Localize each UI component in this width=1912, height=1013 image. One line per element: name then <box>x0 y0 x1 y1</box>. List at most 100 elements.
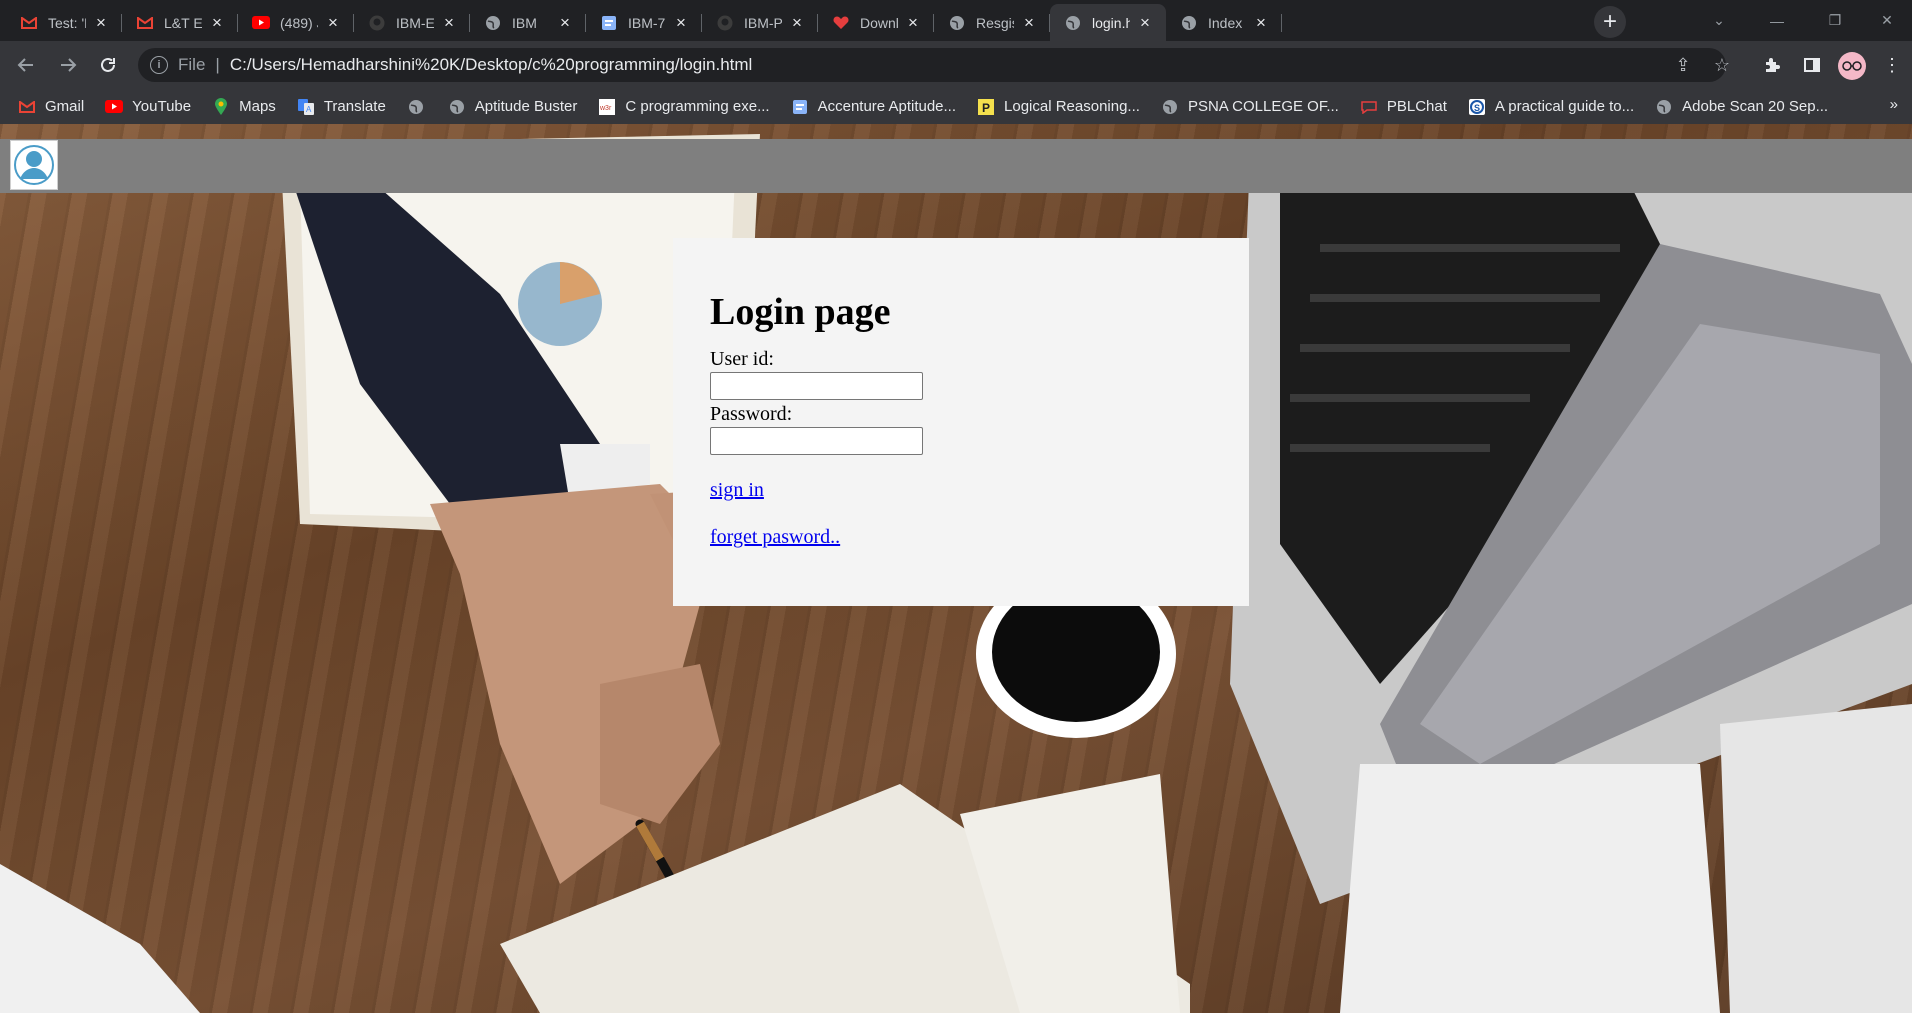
login-card: Login page User id: Password: sign in fo… <box>673 238 1249 606</box>
heart-icon <box>832 14 850 32</box>
bookmark-star-icon[interactable]: ☆ <box>1706 49 1738 81</box>
profile-avatar[interactable] <box>1838 52 1866 80</box>
gmail-icon <box>136 14 154 32</box>
svg-text:S: S <box>1474 103 1480 113</box>
password-input[interactable] <box>710 427 923 455</box>
close-window-button[interactable]: ✕ <box>1858 0 1912 41</box>
forget-password-link[interactable]: forget pasword.. <box>710 526 840 549</box>
browser-tab[interactable]: IBM-7922 × <box>586 4 702 41</box>
address-divider: | <box>215 55 220 74</box>
tab-title: Test: 'PSNA <box>48 14 86 31</box>
tab-title: IBM-7922 <box>628 14 666 31</box>
back-arrow-icon <box>17 58 33 72</box>
document-icon <box>600 14 618 32</box>
github-icon <box>368 14 386 32</box>
close-tab-icon[interactable]: × <box>788 13 806 32</box>
bookmark-item[interactable]: YouTube <box>105 98 191 116</box>
close-tab-icon[interactable]: × <box>672 13 690 32</box>
user-avatar <box>10 140 58 190</box>
side-panel-icon[interactable] <box>1796 49 1828 81</box>
extensions-icon[interactable] <box>1756 49 1788 81</box>
menu-kebab-icon[interactable]: ⋮ <box>1876 49 1908 81</box>
address-bar[interactable]: i File | C:/Users/Hemadharshini%20K/Desk… <box>138 48 1726 82</box>
bookmark-item[interactable]: Accenture Aptitude... <box>791 98 956 116</box>
bookmark-item[interactable]: Maps <box>212 98 276 116</box>
bookmark-item[interactable]: S A practical guide to... <box>1468 98 1634 116</box>
side-panel-glyph-icon <box>1804 58 1820 72</box>
browser-tab[interactable]: L&T EduTech × <box>122 4 238 41</box>
site-info-icon[interactable]: i <box>150 56 168 74</box>
hand <box>600 664 720 824</box>
minimize-button[interactable]: — <box>1748 0 1806 41</box>
browser-tab[interactable]: IBM-EPBL × <box>354 4 470 41</box>
bookmark-item[interactable]: Gmail <box>18 98 84 116</box>
user-id-input[interactable] <box>710 372 923 400</box>
bookmark-item[interactable]: PSNA COLLEGE OF... <box>1161 98 1339 116</box>
close-tab-icon[interactable]: × <box>904 13 922 32</box>
browser-tab[interactable]: Resgistrati × <box>934 4 1050 41</box>
tab-title: login.html <box>1092 14 1130 31</box>
tab-title: Resgistrati <box>976 14 1014 31</box>
bookmark-item[interactable]: PBLChat <box>1360 98 1447 116</box>
user-avatar-icon <box>14 145 54 185</box>
document-icon <box>791 98 809 116</box>
share-icon[interactable]: ⇪ <box>1667 49 1699 81</box>
sign-in-link[interactable]: sign in <box>710 479 764 502</box>
close-tab-icon[interactable]: × <box>324 13 342 32</box>
reload-icon <box>101 57 115 72</box>
restore-button[interactable]: ❐ <box>1806 0 1864 41</box>
bookmark-label: PBLChat <box>1386 98 1447 115</box>
bookmarks-overflow-button[interactable]: » <box>1890 96 1898 113</box>
bookmark-item[interactable]: w3r C programming exe... <box>598 98 770 116</box>
close-tab-icon[interactable]: × <box>92 13 110 32</box>
back-button[interactable] <box>10 49 42 81</box>
browser-tab[interactable]: Index × <box>1166 4 1282 41</box>
bookmark-item[interactable] <box>407 98 434 116</box>
bookmark-label: Aptitude Buster <box>474 98 578 115</box>
clipboard-bottom <box>0 864 200 1013</box>
tab-title: Index <box>1208 14 1243 31</box>
bookmark-item[interactable]: P Logical Reasoning... <box>977 98 1140 116</box>
svg-text:P: P <box>982 101 990 115</box>
tab-search-icon[interactable]: ⌄ <box>1690 0 1748 41</box>
globe-icon <box>448 98 466 116</box>
reload-button[interactable] <box>92 49 124 81</box>
bookmark-label: YouTube <box>132 98 192 115</box>
new-tab-button[interactable]: + <box>1594 6 1626 38</box>
globe-icon <box>1161 98 1179 116</box>
browser-tab[interactable]: Test: 'PSNA × <box>6 4 122 41</box>
close-tab-icon[interactable]: × <box>1020 13 1038 32</box>
close-tab-icon[interactable]: × <box>208 13 226 32</box>
url-text[interactable]: C:/Users/Hemadharshini%20K/Desktop/c%20p… <box>230 55 753 75</box>
tab-title: IBM-EPBL <box>396 14 434 31</box>
globe-icon <box>1180 14 1198 32</box>
forward-button[interactable] <box>52 49 84 81</box>
globe-icon <box>1655 98 1673 116</box>
profile-face-icon <box>1842 61 1862 71</box>
close-tab-icon[interactable]: × <box>1136 13 1154 32</box>
bookmark-label: Maps <box>239 98 276 115</box>
tab-title: L&T EduTech <box>164 14 202 31</box>
browser-tab[interactable]: login.html × <box>1050 4 1166 41</box>
browser-tab[interactable]: Download × <box>818 4 934 41</box>
browser-tab[interactable]: IBM-Proje × <box>702 4 818 41</box>
forward-arrow-icon <box>61 58 77 72</box>
tab-title: (489) Java <box>280 14 318 31</box>
close-tab-icon[interactable]: × <box>1252 13 1270 32</box>
browser-tab[interactable]: IBM × <box>470 4 586 41</box>
close-tab-icon[interactable]: × <box>440 13 458 32</box>
github-icon <box>716 14 734 32</box>
bookmark-item[interactable]: A Translate <box>297 98 386 116</box>
globe-icon <box>948 14 966 32</box>
tab-title: Download <box>860 14 898 31</box>
browser-toolbar: i File | C:/Users/Hemadharshini%20K/Desk… <box>0 41 1912 89</box>
bookmark-item[interactable]: Aptitude Buster <box>448 98 578 116</box>
svg-text:w3r: w3r <box>599 105 612 112</box>
tab-title: IBM <box>512 14 537 31</box>
close-tab-icon[interactable]: × <box>556 13 574 32</box>
s-icon: S <box>1468 98 1486 116</box>
browser-tab[interactable]: (489) Java × <box>238 4 354 41</box>
youtube-icon <box>252 14 270 32</box>
bookmark-item[interactable]: Adobe Scan 20 Sep... <box>1655 98 1828 116</box>
page-header-bar <box>0 139 1912 193</box>
